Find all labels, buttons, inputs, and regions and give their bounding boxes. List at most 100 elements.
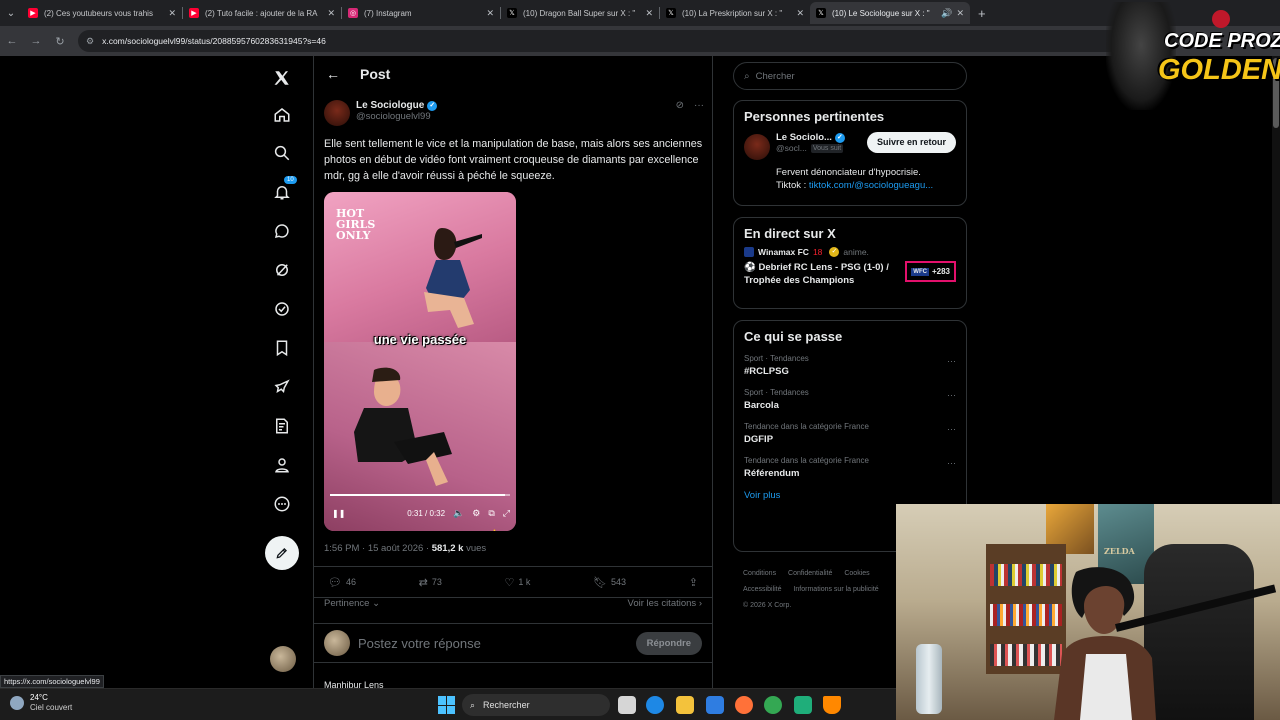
author-avatar[interactable] <box>324 100 350 126</box>
video-player[interactable]: HOT GIRLS ONLY une vie passée ❚❚ 0:31 / … <box>324 192 516 531</box>
firefox-icon[interactable] <box>735 696 753 714</box>
reply-button[interactable]: 💬︎ 46 <box>328 576 356 589</box>
heart-icon: ♡ <box>504 576 515 589</box>
share-button[interactable]: ⇪ <box>689 576 698 589</box>
browser-tab[interactable]: ▶ (2) Tuto facile : ajouter de la RA ✕ <box>183 2 341 24</box>
relevant-people-card: Personnes pertinentes Le Sociolo... ✓ @so… <box>733 100 967 206</box>
grok-icon[interactable]: ⊘ <box>676 100 684 126</box>
author-handle[interactable]: @sociologuelvl99 <box>356 111 437 122</box>
like-button[interactable]: ♡ 1 k <box>505 576 531 589</box>
repost-button[interactable]: ⇄ 73 <box>419 576 442 589</box>
author-name[interactable]: Le Sociologue <box>356 100 424 111</box>
views-count: 581,2 k <box>431 543 464 554</box>
pip-icon[interactable]: ⧉ <box>488 508 494 519</box>
new-tab-button[interactable]: + <box>978 6 986 21</box>
footer-link[interactable]: Confidentialité <box>788 570 832 577</box>
view-quotes-link[interactable]: Voir les citations › <box>628 598 702 609</box>
reply-input[interactable]: Postez votre réponse <box>358 636 636 651</box>
chevron-down-icon: ⌄ <box>372 598 381 609</box>
more-options-icon[interactable]: ··· <box>947 458 956 468</box>
live-event[interactable]: ⚽ Debrief RC Lens - PSG (1-0) / Trophée … <box>734 257 966 297</box>
footer-link[interactable]: Accessibilité <box>743 586 782 593</box>
relevant-avatar[interactable] <box>744 134 770 160</box>
footer-link[interactable]: Informations sur la publicité <box>793 586 878 593</box>
fullscreen-icon[interactable]: ⤢ <box>503 508 510 519</box>
close-icon[interactable]: ✕ <box>956 8 964 19</box>
chrome-icon[interactable] <box>764 696 782 714</box>
taskbar-search[interactable]: ⌕ Rechercher <box>462 694 610 716</box>
x-logo-icon[interactable] <box>270 66 294 90</box>
soccer-ball-icon: ⚽ <box>744 262 756 273</box>
bookmarks-icon[interactable] <box>270 336 294 360</box>
bookmark-button[interactable]: 🔖︎ 543 <box>593 576 626 589</box>
store-icon[interactable] <box>706 696 724 714</box>
footer-link[interactable]: Cookies <box>844 570 869 577</box>
browser-tab[interactable]: 𝕏 (10) Dragon Ball Super sur X : " ✕ <box>501 2 659 24</box>
speaker-icon[interactable]: 🔊 <box>941 8 952 19</box>
grok-icon[interactable] <box>270 258 294 282</box>
more-options-icon[interactable]: ··· <box>947 356 956 366</box>
relevant-person[interactable]: Le Sociolo... ✓ @socl... Vous suit Suivre … <box>734 130 966 162</box>
messages-icon[interactable] <box>270 219 294 243</box>
search-icon[interactable] <box>270 141 294 165</box>
webcam-water-bottle <box>916 644 942 714</box>
compose-button[interactable] <box>265 536 299 570</box>
premium-icon[interactable] <box>270 297 294 321</box>
browser-tab-active[interactable]: 𝕏 (10) Le Sociologue sur X : " 🔊 ✕ <box>810 2 970 24</box>
browser-tab[interactable]: 𝕏 (10) La Preskription sur X : " ✕ <box>660 2 810 24</box>
home-icon[interactable] <box>270 103 294 127</box>
trend-item[interactable]: Tendance dans la catégorie France DGFIP … <box>734 418 966 452</box>
close-icon[interactable]: ✕ <box>486 8 494 19</box>
site-info-icon[interactable]: ⚙ <box>86 36 94 47</box>
x-icon: 𝕏 <box>666 8 676 18</box>
post-time[interactable]: 1:56 PM · 15 août 2026 · <box>324 543 429 554</box>
business-icon[interactable] <box>270 375 294 399</box>
app-icon[interactable] <box>794 696 812 714</box>
profile-icon[interactable] <box>270 453 294 477</box>
trend-item[interactable]: Sport · Tendances #RCLPSG ··· <box>734 350 966 384</box>
url-text: x.com/sociologuelvl99/status/20885957602… <box>102 36 326 46</box>
reload-icon[interactable]: ↻ <box>48 35 72 48</box>
windows-start-icon[interactable] <box>438 696 456 714</box>
tiktok-link[interactable]: tiktok.com/@sociologueagu... <box>809 180 933 191</box>
trend-item[interactable]: Tendance dans la catégorie France Référe… <box>734 452 966 486</box>
more-options-icon[interactable]: ··· <box>947 424 956 434</box>
back-icon[interactable]: ← <box>0 35 24 47</box>
notifications-icon[interactable]: 10 <box>270 176 297 204</box>
video-progress-bar[interactable] <box>330 494 510 496</box>
page-title: Post <box>360 66 391 82</box>
trend-item[interactable]: Sport · Tendances Barcola ··· <box>734 384 966 418</box>
close-icon[interactable]: ✕ <box>168 8 176 19</box>
articles-icon[interactable] <box>270 414 294 438</box>
close-icon[interactable]: ✕ <box>645 8 653 19</box>
sort-dropdown[interactable]: Pertinence ⌄ <box>324 598 380 609</box>
browser-tab[interactable]: ▶ (2) Ces youtubeurs vous trahis ✕ <box>22 2 182 24</box>
back-arrow-icon[interactable]: ← <box>326 66 360 82</box>
pause-icon[interactable]: ❚❚ <box>332 509 345 518</box>
url-field[interactable]: ⚙ x.com/sociologuelvl99/status/208859576… <box>78 30 1178 52</box>
close-icon[interactable]: ✕ <box>796 8 804 19</box>
weather-widget[interactable]: 24°C Ciel couvert <box>10 693 72 713</box>
footer-link[interactable]: Conditions <box>743 570 776 577</box>
next-reply-author[interactable]: Manhibur Lens <box>324 680 384 688</box>
volume-icon[interactable]: 🔈 <box>453 508 464 519</box>
follow-back-button[interactable]: Suivre en retour <box>866 132 956 153</box>
settings-icon[interactable]: ⚙ <box>472 508 480 519</box>
tab-search-icon[interactable]: ⌄ <box>0 0 22 26</box>
live-card: En direct sur X Winamax FC 18 ✓ anime. ⚽… <box>733 217 967 309</box>
link-preview-url: https://x.com/sociologuelvl99 <box>0 675 104 688</box>
file-explorer-icon[interactable] <box>676 696 694 714</box>
vlc-icon[interactable] <box>823 696 841 714</box>
account-avatar[interactable] <box>270 646 296 672</box>
task-view-icon[interactable] <box>618 696 636 714</box>
edge-icon[interactable] <box>646 696 664 714</box>
close-icon[interactable]: ✕ <box>327 8 335 19</box>
browser-tab[interactable]: ◎ (7) Instagram ✕ <box>342 2 500 24</box>
more-icon[interactable] <box>270 492 294 516</box>
reply-submit-button[interactable]: Répondre <box>635 631 702 655</box>
live-source[interactable]: Winamax FC 18 ✓ anime. <box>734 247 966 257</box>
more-options-icon[interactable]: ··· <box>947 390 956 400</box>
search-input[interactable]: ⌕ Chercher <box>733 62 967 90</box>
more-options-icon[interactable]: ··· <box>694 100 704 126</box>
forward-icon[interactable]: → <box>24 35 48 47</box>
